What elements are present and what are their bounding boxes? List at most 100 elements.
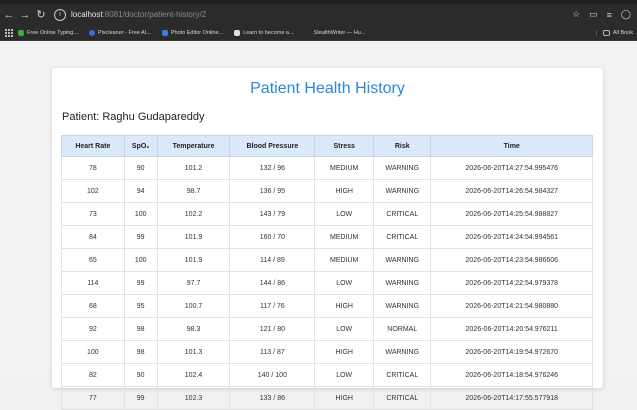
bookmarks-bar: Free Online Typing... Pixcleaner - Free …	[0, 25, 637, 41]
cell-stress: MEDIUM	[314, 225, 375, 249]
cell-stress: LOW	[314, 363, 375, 387]
cell-heart-rate: 65	[61, 248, 125, 272]
cell-time: 2026-06-20T14:24:54.994561	[430, 225, 593, 249]
table-body: 78 90 101.2 132 / 96 MEDIUM WARNING 2026-06-20…	[61, 156, 593, 410]
cell-spo2: 98	[123, 317, 158, 341]
cell-blood-pressure: 140 / 100	[229, 363, 316, 387]
cell-risk: WARNING	[373, 271, 432, 295]
extensions-icon[interactable]: ▭	[589, 9, 598, 20]
table-row: 77 99 102.3 133 / 86 HIGH CRITICAL 2026-06-20T…	[61, 386, 593, 410]
page-viewport: Patient Health History Patient: Raghu Gu…	[0, 41, 637, 410]
cell-time: 2026-06-20T14:18:54.976246	[430, 363, 593, 387]
cell-spo2: 94	[123, 179, 158, 203]
cell-temperature: 101.2	[156, 156, 231, 180]
cell-blood-pressure: 133 / 86	[229, 386, 316, 410]
cell-risk: WARNING	[373, 179, 432, 203]
cell-blood-pressure: 160 / 70	[229, 225, 316, 249]
folder-icon	[602, 29, 610, 36]
cell-time: 2026-06-20T14:26:54.984327	[430, 179, 593, 203]
cell-heart-rate: 114	[61, 271, 125, 295]
cell-temperature: 98.3	[156, 317, 231, 341]
table-row: 65 100 101.9 114 / 89 MEDIUM WARNING 2026-06-2…	[61, 248, 593, 272]
bookmark-item[interactable]: Free Online Typing...	[18, 29, 78, 36]
checkmark-icon	[18, 29, 24, 36]
cell-risk: NORMAL	[373, 317, 432, 341]
cell-temperature: 98.7	[156, 179, 231, 203]
cell-risk: CRITICAL	[373, 202, 432, 226]
favicon-icon	[234, 29, 241, 36]
cell-risk: CRITICAL	[373, 363, 432, 387]
header-stress: Stress	[314, 135, 375, 157]
reload-icon[interactable]: ↻	[34, 8, 48, 22]
cell-blood-pressure: 144 / 86	[229, 271, 316, 295]
cell-blood-pressure: 117 / 76	[229, 294, 316, 318]
bookmark-item[interactable]: Learn to become a...	[234, 29, 294, 36]
bookmark-star-icon[interactable]: ☆	[572, 9, 580, 20]
cell-stress: LOW	[314, 317, 375, 341]
cell-stress: MEDIUM	[314, 248, 375, 272]
cell-temperature: 102.2	[156, 202, 231, 226]
cell-blood-pressure: 121 / 80	[229, 317, 316, 341]
profile-icon[interactable]: ◯	[621, 9, 631, 20]
bookmark-item[interactable]: Photo Editor Online...	[161, 29, 223, 36]
apps-grid-icon[interactable]	[5, 29, 13, 37]
cell-temperature: 102.4	[156, 363, 231, 387]
cell-risk: WARNING	[373, 248, 432, 272]
table-row: 92 98 98.3 121 / 80 LOW NORMAL 2026-06-20T14:2…	[61, 317, 593, 341]
favicon-icon	[88, 29, 95, 36]
header-time: Time	[430, 135, 593, 157]
bookmark-item[interactable]: Pixcleaner - Free AI...	[88, 29, 151, 36]
cell-time: 2026-06-20T14:22:54.979378	[430, 271, 593, 295]
header-risk: Risk	[373, 135, 432, 157]
cell-risk: CRITICAL	[373, 225, 432, 249]
header-blood-pressure: Blood Pressure	[229, 135, 316, 157]
cell-heart-rate: 92	[61, 317, 125, 341]
cell-spo2: 100	[123, 248, 158, 272]
cell-heart-rate: 73	[61, 202, 125, 226]
cell-heart-rate: 78	[61, 156, 125, 180]
page-title: Patient Health History	[250, 80, 405, 97]
media-icon[interactable]: ≡	[607, 10, 612, 20]
cell-spo2: 99	[123, 386, 158, 410]
address-bar[interactable]: i localhost :8081/doctor/patient-history…	[54, 7, 572, 22]
cell-time: 2026-06-20T14:21:54.980880	[430, 294, 593, 318]
cell-heart-rate: 77	[61, 386, 125, 410]
back-icon[interactable]: ←	[2, 8, 16, 22]
table-row: 68 95 100.7 117 / 76 HIGH WARNING 2026-06-20T1…	[61, 294, 593, 318]
all-bookmarks-item[interactable]: All Book	[595, 29, 633, 36]
cell-spo2: 90	[123, 156, 158, 180]
health-history-table: Heart Rate SpO₂ Temperature Blood Pressu…	[61, 135, 593, 410]
cell-time: 2026-06-20T14:20:54.976211	[430, 317, 593, 341]
table-header-row: Heart Rate SpO₂ Temperature Blood Pressu…	[61, 135, 593, 157]
cell-time: 2026-06-20T14:17:55.577918	[430, 386, 593, 410]
cell-blood-pressure: 143 / 79	[229, 202, 316, 226]
cell-heart-rate: 82	[61, 363, 125, 387]
cell-risk: WARNING	[373, 294, 432, 318]
cell-blood-pressure: 132 / 96	[229, 156, 316, 180]
bookmark-item[interactable]: StealthWriter — Hu...	[304, 29, 365, 36]
cell-heart-rate: 68	[61, 294, 125, 318]
cell-stress: HIGH	[314, 386, 375, 410]
cell-risk: WARNING	[373, 340, 432, 364]
cell-temperature: 101.3	[156, 340, 231, 364]
table-row: 82 90 102.4 140 / 100 LOW CRITICAL 2026-06-20T…	[61, 363, 593, 387]
history-card: Patient Health History Patient: Raghu Gu…	[52, 68, 603, 410]
browser-toolbar: ← → ↻ i localhost :8081/doctor/patient-h…	[0, 4, 637, 25]
cell-stress: HIGH	[314, 294, 375, 318]
header-spo2: SpO₂	[123, 135, 158, 157]
site-info-icon[interactable]: i	[54, 8, 66, 21]
url-host: localhost	[71, 10, 103, 19]
cell-blood-pressure: 136 / 95	[229, 179, 316, 203]
forward-icon[interactable]: →	[18, 8, 32, 22]
cell-spo2: 95	[123, 294, 158, 318]
cell-time: 2026-06-20T14:27:54.995476	[430, 156, 593, 180]
header-heart-rate: Heart Rate	[61, 135, 125, 157]
cell-spo2: 90	[123, 363, 158, 387]
cell-heart-rate: 102	[61, 179, 125, 203]
cell-temperature: 101.9	[156, 225, 231, 249]
patient-name: Patient: Raghu Gudapareddy	[62, 111, 205, 123]
cell-risk: CRITICAL	[373, 386, 432, 410]
header-temperature: Temperature	[156, 135, 231, 157]
cell-spo2: 99	[123, 271, 158, 295]
favicon-icon	[304, 29, 311, 36]
